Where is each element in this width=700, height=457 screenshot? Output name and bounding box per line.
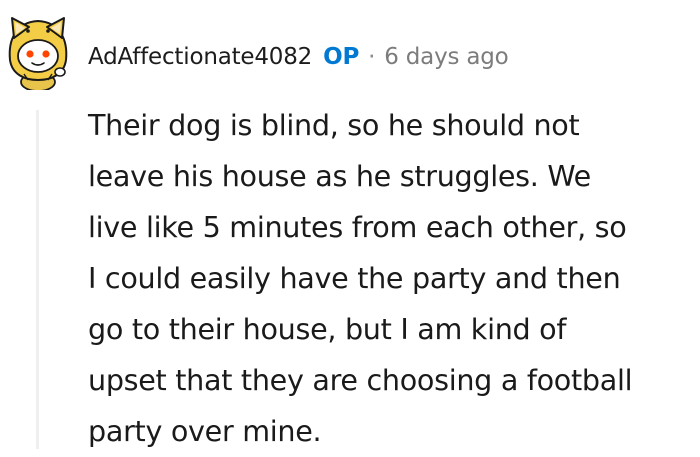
thread-collapse-line[interactable]: [36, 110, 39, 449]
snoo-shiba-avatar-icon[interactable]: [2, 14, 78, 92]
comment-body-line: go to their house, but I am kind of: [88, 312, 567, 346]
comment: AdAffectionate4082 OP · 6 days ago Their…: [0, 0, 700, 449]
comment-timestamp[interactable]: 6 days ago: [384, 44, 509, 70]
separator-dot: ·: [368, 44, 376, 70]
comment-body-line: live like 5 minutes from each other, so: [88, 210, 627, 244]
comment-body-line: I could easily have the party and then: [88, 261, 621, 295]
avatar-image: [3, 15, 77, 92]
comment-body: Their dog is blind, so he should not lea…: [88, 100, 700, 457]
comment-body-line: party over mine.: [88, 414, 322, 448]
comment-body-line: Their dog is blind, so he should not: [88, 108, 580, 142]
author-username[interactable]: AdAffectionate4082: [88, 44, 312, 70]
op-badge: OP: [323, 44, 360, 70]
comment-body-line: leave his house as he struggles. We: [88, 159, 591, 193]
comment-body-line: upset that they are choosing a football: [88, 363, 633, 397]
comment-header: AdAffectionate4082 OP · 6 days ago: [88, 39, 509, 75]
